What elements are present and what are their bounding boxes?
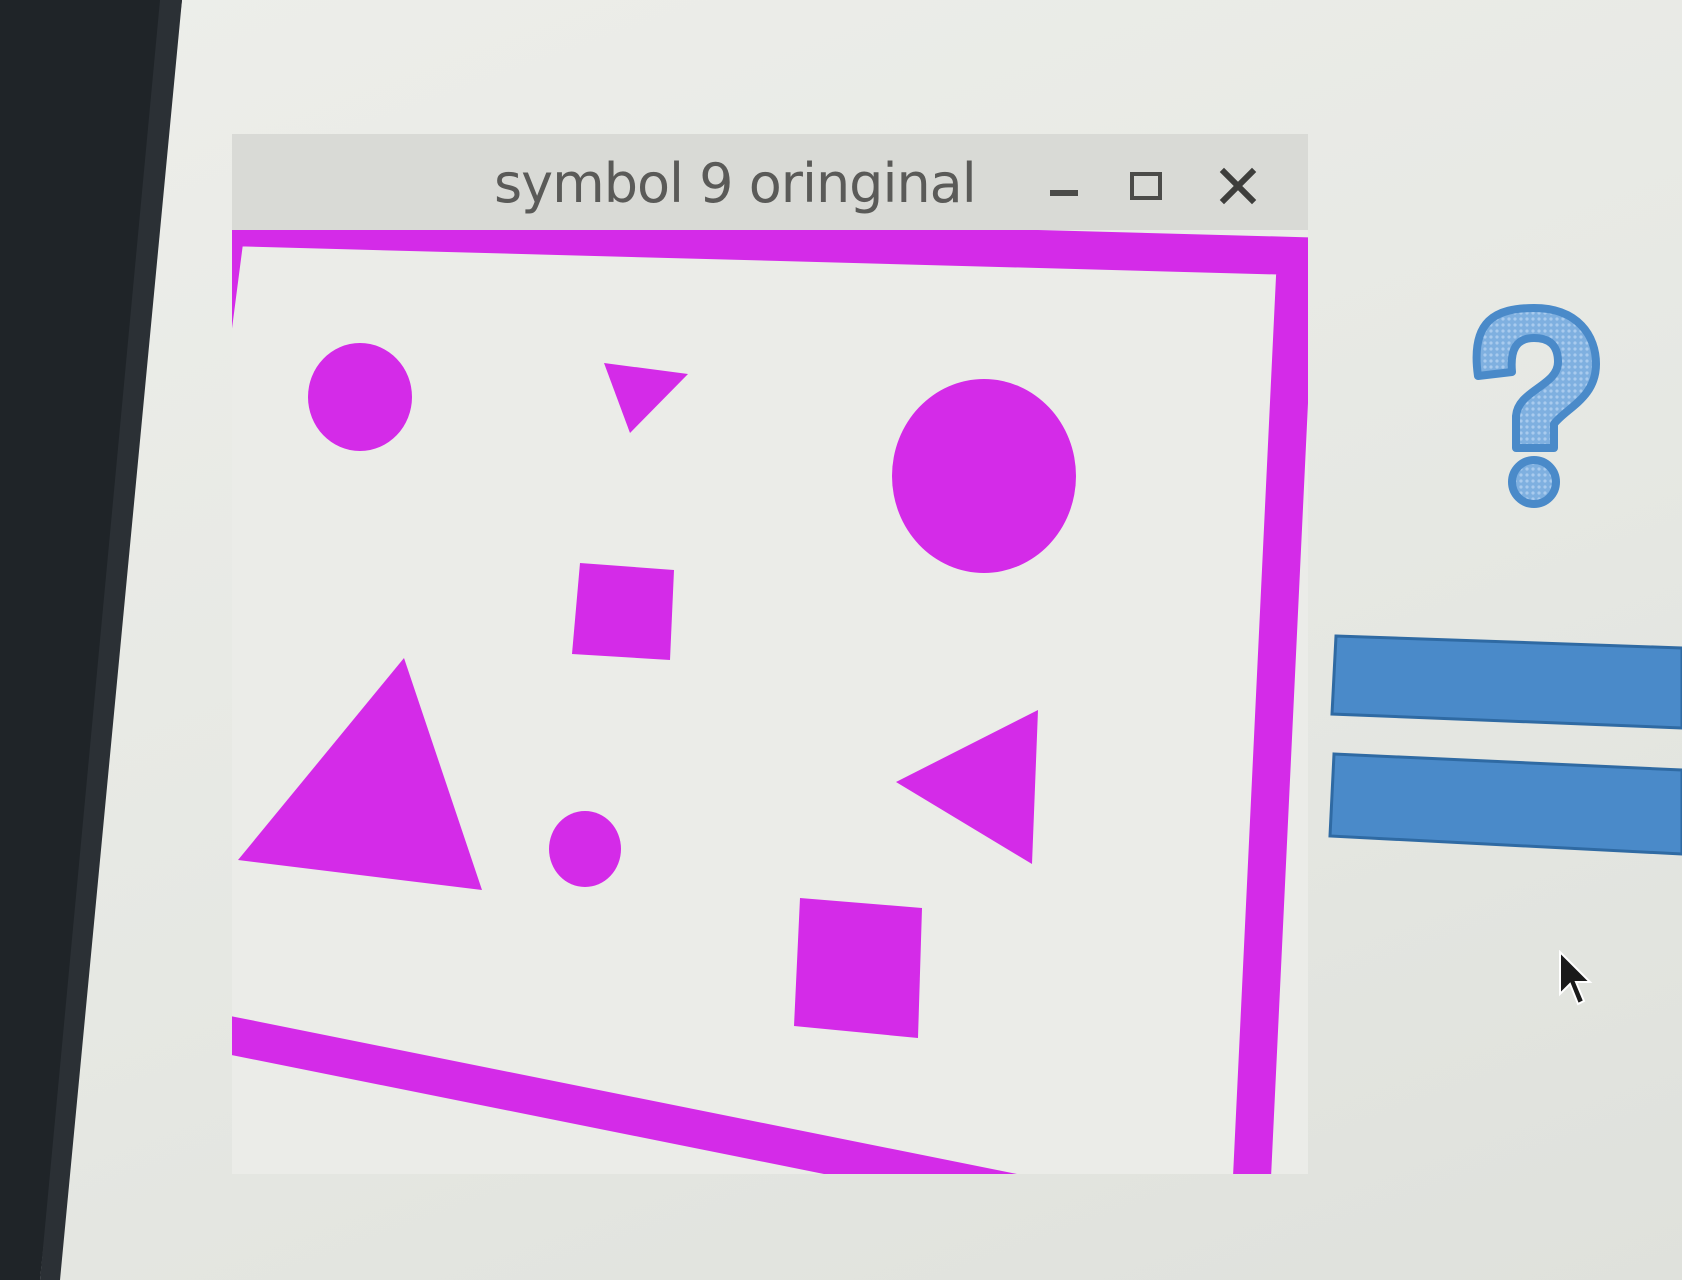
square-bottom-right [794,898,922,1038]
window-titlebar[interactable]: symbol 9 oringinal [232,134,1308,230]
small-circle-bottom [549,811,621,887]
app-window: symbol 9 oringinal [232,134,1308,1174]
close-button[interactable] [1198,146,1278,226]
small-circle-top-left [308,343,412,451]
maximize-button[interactable] [1106,146,1186,226]
side-panel [1328,304,1682,856]
equals-sign-icon [1328,634,1682,856]
close-icon [1219,167,1257,205]
large-circle-top-right [892,379,1076,573]
small-square-center [572,563,674,660]
maximize-icon [1130,172,1162,200]
question-mark-icon [1472,304,1600,508]
window-title: symbol 9 oringinal [494,152,977,215]
mouse-pointer-icon [1559,950,1593,1006]
drawing-canvas [232,230,1308,1174]
minimize-button[interactable] [1024,146,1104,226]
minimize-icon [1050,190,1078,196]
